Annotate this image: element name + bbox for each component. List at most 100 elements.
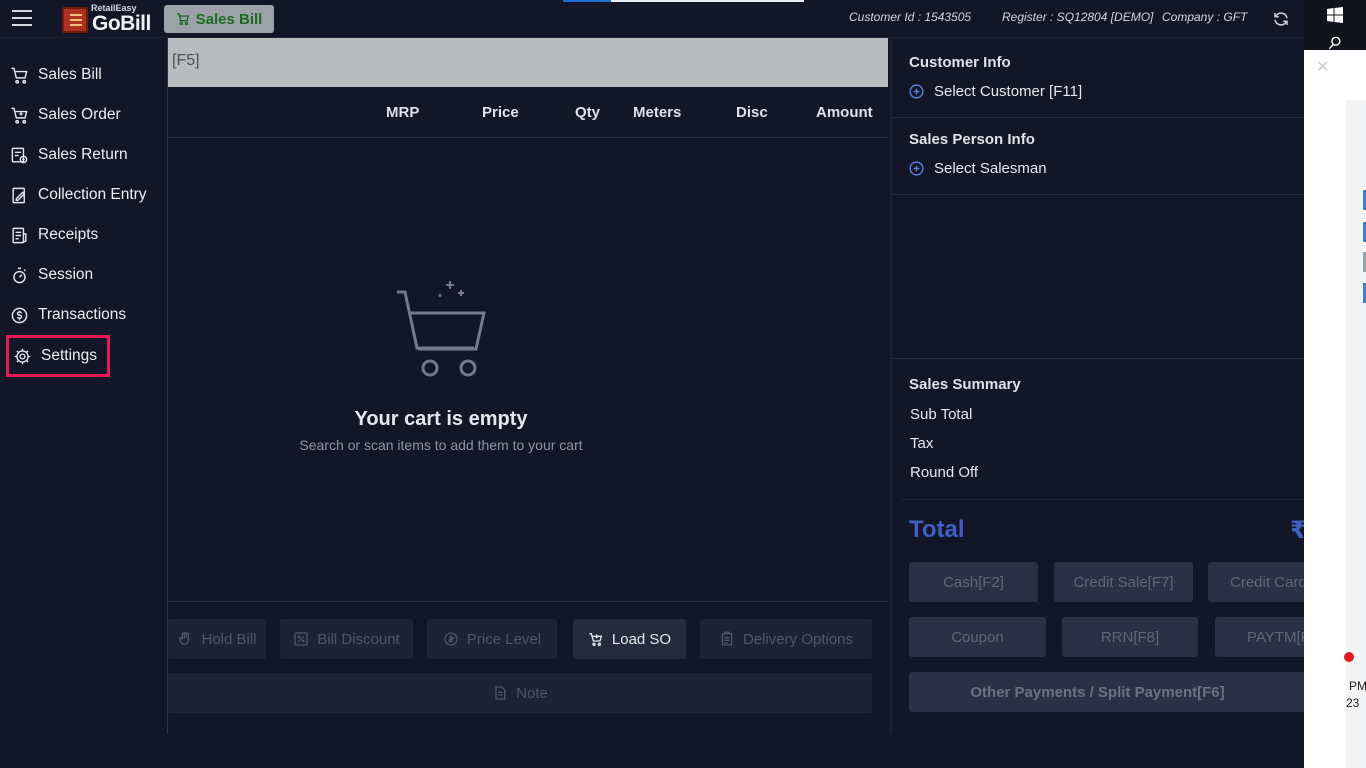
sidebar-item-sales-return[interactable]: Sales Return bbox=[10, 140, 128, 170]
plus-circle-icon bbox=[909, 161, 924, 176]
plus-circle-icon bbox=[909, 84, 924, 99]
divider bbox=[902, 499, 1306, 500]
select-salesman-label: Select Salesman bbox=[934, 160, 1047, 177]
dollar-cycle-icon bbox=[11, 307, 28, 323]
tab-sales-bill[interactable]: Sales Bill bbox=[164, 5, 274, 33]
edit-doc-icon bbox=[12, 187, 26, 203]
bill-discount-button[interactable]: Bill Discount bbox=[280, 619, 413, 659]
sub-total-label: Sub Total bbox=[910, 406, 973, 423]
sales-person-info-title: Sales Person Info bbox=[909, 131, 1035, 148]
logo-main-text: GoBill bbox=[92, 12, 151, 35]
sidebar: Sales Bill Sales Order Sales Return Coll… bbox=[0, 38, 168, 734]
credit-card-button[interactable]: Credit Card bbox=[1208, 562, 1306, 602]
sidebar-item-collection-entry[interactable]: Collection Entry bbox=[10, 180, 147, 210]
column-header-price: Price bbox=[482, 104, 519, 121]
hand-icon bbox=[179, 632, 190, 646]
column-header-amount: Amount bbox=[816, 104, 873, 121]
paytm-button[interactable]: PAYTM[F bbox=[1215, 617, 1306, 657]
sidebar-item-label: Receipts bbox=[38, 226, 99, 243]
search-input[interactable]: [F5] bbox=[168, 38, 888, 87]
note-label: Note bbox=[516, 684, 548, 702]
top-bar: RetailEasy GoBill Sales Bill Customer Id… bbox=[0, 0, 1304, 38]
cash-button[interactable]: Cash[F2] bbox=[909, 562, 1038, 602]
sidebar-item-label: Sales Return bbox=[38, 146, 128, 163]
clock-date-fragment: 23 bbox=[1346, 696, 1360, 710]
load-so-button[interactable]: Load SO bbox=[573, 619, 686, 659]
receipt-icon bbox=[12, 227, 27, 243]
select-salesman-button[interactable]: Select Salesman bbox=[908, 160, 1047, 177]
percent-icon bbox=[294, 632, 308, 646]
close-icon[interactable]: ✕ bbox=[1316, 57, 1329, 77]
column-header-meters: Meters bbox=[633, 104, 682, 121]
right-panel: Customer Info Select Customer [F11] Sale… bbox=[890, 38, 1320, 734]
refresh-icon[interactable] bbox=[1272, 10, 1290, 28]
sidebar-item-sales-bill[interactable]: Sales Bill bbox=[10, 60, 102, 90]
note-icon bbox=[495, 686, 506, 700]
column-header-qty: Qty bbox=[575, 104, 601, 121]
rrn-button[interactable]: RRN[F8] bbox=[1062, 617, 1198, 657]
cart-area: Your cart is empty Search or scan items … bbox=[168, 138, 888, 601]
total-label: Total bbox=[909, 516, 965, 543]
bill-discount-label: Bill Discount bbox=[317, 630, 400, 648]
divider bbox=[892, 358, 1306, 359]
tab-sales-bill-label: Sales Bill bbox=[195, 10, 263, 28]
column-header-disc: Disc bbox=[736, 104, 768, 121]
customer-id-text: Customer Id : 1543505 bbox=[849, 10, 972, 24]
cart-table-header: MRP Price Qty Meters Disc Amount bbox=[168, 87, 888, 138]
sales-summary-title: Sales Summary bbox=[909, 376, 1021, 393]
select-customer-label: Select Customer [F11] bbox=[934, 83, 1083, 100]
divider bbox=[892, 194, 1306, 195]
cart-icon bbox=[11, 67, 28, 84]
tax-label: Tax bbox=[910, 435, 934, 452]
register-text: Register : SQ12804 [DEMO] bbox=[1002, 10, 1154, 24]
hold-bill-label: Hold Bill bbox=[201, 630, 257, 648]
clock-time-fragment: PM bbox=[1349, 679, 1366, 693]
hold-bill-button[interactable]: Hold Bill bbox=[168, 619, 266, 659]
note-button[interactable]: Note bbox=[168, 673, 872, 713]
delivery-clipboard-icon bbox=[721, 631, 733, 646]
gear-icon bbox=[14, 348, 31, 364]
load-so-label: Load SO bbox=[611, 630, 672, 648]
sidebar-item-label: Sales Bill bbox=[38, 66, 102, 83]
cart-actions-bar: Hold Bill Bill Discount Price Level Load… bbox=[168, 601, 888, 734]
empty-cart-title: Your cart is empty bbox=[354, 408, 528, 430]
sidebar-item-label: Transactions bbox=[38, 306, 127, 323]
return-icon bbox=[11, 147, 28, 163]
sidebar-item-settings[interactable]: Settings bbox=[6, 335, 111, 377]
empty-cart-subtitle: Search or scan items to add them to your… bbox=[299, 437, 583, 453]
notification-dot-icon bbox=[1344, 652, 1354, 662]
company-text: Company : GFT bbox=[1162, 10, 1248, 24]
customer-info-title: Customer Info bbox=[909, 54, 1011, 71]
cart-plus-icon bbox=[11, 107, 28, 124]
price-tag-icon bbox=[444, 632, 458, 646]
delivery-options-button[interactable]: Delivery Options bbox=[700, 619, 872, 659]
search-icon[interactable] bbox=[1328, 36, 1342, 50]
delivery-options-label: Delivery Options bbox=[742, 630, 854, 648]
sidebar-item-label: Settings bbox=[41, 347, 98, 364]
sidebar-item-transactions[interactable]: Transactions bbox=[10, 300, 126, 330]
app-logo: RetailEasy GoBill bbox=[62, 3, 152, 35]
sidebar-item-sales-order[interactable]: Sales Order bbox=[10, 100, 121, 130]
round-off-label: Round Off bbox=[910, 464, 979, 481]
divider bbox=[892, 117, 1306, 118]
coupon-button[interactable]: Coupon bbox=[909, 617, 1046, 657]
select-customer-button[interactable]: Select Customer [F11] bbox=[908, 83, 1082, 100]
stopwatch-icon bbox=[13, 267, 26, 283]
column-header-mrp: MRP bbox=[386, 104, 420, 121]
price-level-label: Price Level bbox=[466, 630, 542, 648]
price-level-button[interactable]: Price Level bbox=[427, 619, 557, 659]
cart-load-icon bbox=[589, 633, 603, 646]
loading-progress-bar bbox=[563, 0, 804, 2]
cart-icon bbox=[176, 13, 189, 26]
empty-cart-icon bbox=[397, 281, 486, 377]
other-payments-button[interactable]: Other Payments / Split Payment[F6] bbox=[909, 672, 1306, 712]
sidebar-item-label: Session bbox=[38, 266, 94, 283]
windows-start-icon[interactable] bbox=[1327, 7, 1343, 23]
sidebar-item-receipts[interactable]: Receipts bbox=[10, 220, 98, 250]
sidebar-item-label: Collection Entry bbox=[38, 186, 147, 203]
hamburger-menu-icon[interactable] bbox=[12, 10, 32, 28]
logo-mark-icon bbox=[62, 7, 88, 33]
credit-sale-button[interactable]: Credit Sale[F7] bbox=[1054, 562, 1193, 602]
sidebar-item-label: Sales Order bbox=[38, 106, 121, 123]
sidebar-item-session[interactable]: Session bbox=[10, 260, 93, 290]
